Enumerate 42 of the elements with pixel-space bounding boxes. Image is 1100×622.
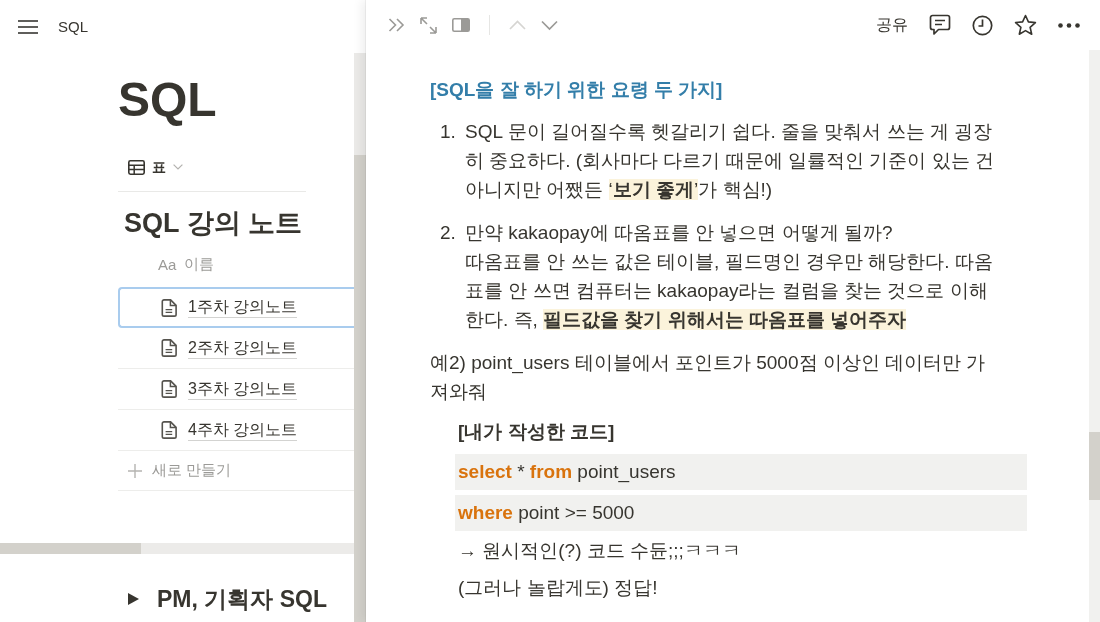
paragraph-text: → 원시적인(?) 코드 수듄;;;ㅋㅋㅋ [458,539,742,563]
breadcrumb-link[interactable]: SQL [58,17,88,37]
paragraph-text: (그러나 놀랍게도) 정답! [458,576,659,600]
chevron-down-icon [173,164,183,170]
share-button[interactable]: 공유 [876,14,908,36]
document-icon [161,298,177,317]
table-row[interactable]: 2주차 강의노트 [118,328,354,369]
table-row[interactable]: 3주차 강의노트 [118,369,354,410]
triangle-icon[interactable] [128,593,139,605]
section-heading: [SQL을 잘 하기 위한 요령 두 가지] [430,78,724,102]
expand-arrows-icon[interactable] [420,16,437,34]
double-chevron-icon[interactable] [388,18,405,32]
database-title: SQL 강의 노트 [123,207,303,240]
list-number: 2. [440,221,457,245]
table-row[interactable]: 1주차 강의노트 [118,287,354,328]
page-title: SQL [118,72,217,128]
row-title[interactable]: 1주차 강의노트 [188,297,298,318]
paragraph-text: [내가 작성한 코드] [458,420,616,444]
clock-icon[interactable] [972,14,993,36]
side-panel-icon[interactable] [452,18,470,32]
table-icon [128,159,145,175]
document-icon [161,339,177,357]
view-selector[interactable]: 표 [118,151,183,183]
menu-icon[interactable] [18,20,38,34]
property-type-label: Aa [158,255,177,273]
comment-icon[interactable] [929,14,951,36]
chevron-down-icon[interactable] [541,19,558,31]
document-icon [161,421,177,439]
more-icon[interactable] [1058,22,1080,28]
row-title[interactable]: 4주차 강의노트 [188,419,298,441]
table-row[interactable]: 4주차 강의노트 [118,410,354,451]
scrollbar-thumb [1089,432,1100,500]
list-item-text: 만약 kakaopay에 따옴표를 안 넣으면 어떻게 될까? 따옴표를 안 쓰는 값은 테이블, 필드명인 경우만 해당한다. 따옴표를 안 쓰면 컴퓨터는 kakaopay라는 컬럼을 찾는 것으로 이해한다. 즉, 필드값을 찾기 위해서는 따옴표를 넣어주자 [465,221,994,332]
plus-icon [128,463,142,478]
paragraph-text: 예2) point_users 테이블에서 포인트가 5000점 이상인 데이터만 가져와줘 [430,351,987,404]
list-number: 1. [440,120,457,144]
row-title[interactable]: 2주차 강의노트 [188,337,298,359]
row-title[interactable]: 3주차 강의노트 [188,378,298,400]
star-icon[interactable] [1014,14,1037,36]
document-icon [161,380,177,398]
list-item-text: SQL 문이 길어질수록 헷갈리기 쉽다. 줄을 맞춰서 쓰는 게 굉장히 중요하다. (회사마다 다르기 때문에 일률적인 기준이 있는 건 아니지만 어쨌든 ‘보기 좋게’가 핵심!) [465,120,995,202]
toggle-title[interactable]: PM, 기획자 SQL [157,586,327,612]
